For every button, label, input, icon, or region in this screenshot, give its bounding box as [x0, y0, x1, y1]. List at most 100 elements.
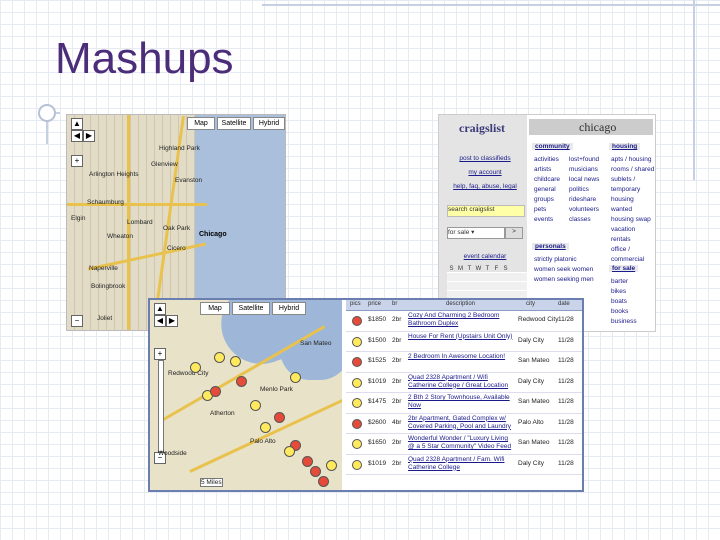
- listing-price: $1650: [368, 439, 387, 446]
- table-row[interactable]: $1500 2br House For Rent (Upstairs Unit On…: [346, 332, 582, 352]
- map-type-map-button[interactable]: Map: [187, 117, 215, 130]
- listing-description-link[interactable]: Cozy And Charming 2 Bedroom Bathroom Dup…: [408, 312, 514, 328]
- community-link[interactable]: groups: [534, 195, 560, 205]
- community-link[interactable]: musicians: [569, 165, 599, 175]
- listing-marker[interactable]: [230, 356, 241, 367]
- personals-link[interactable]: women seek women: [534, 265, 594, 275]
- housing-link[interactable]: rooms / shared: [611, 165, 655, 175]
- personals-link[interactable]: strictly platonic: [534, 255, 594, 265]
- listing-marker[interactable]: [284, 446, 295, 457]
- listing-description-link[interactable]: 2br Apartment, Gated Complex w/ Covered …: [408, 415, 514, 431]
- listing-marker[interactable]: [190, 362, 201, 373]
- column-header[interactable]: br: [392, 301, 397, 307]
- community-link[interactable]: local news: [569, 175, 599, 185]
- zoom-in-icon[interactable]: +: [154, 348, 166, 360]
- table-row[interactable]: $2600 4br 2br Apartment, Gated Complex w/ …: [346, 414, 582, 434]
- zoom-in-icon[interactable]: +: [71, 155, 83, 167]
- for-sale-link[interactable]: boats: [611, 297, 637, 307]
- listing-marker[interactable]: [236, 376, 247, 387]
- my-account-link[interactable]: my account: [447, 169, 523, 176]
- search-category-select[interactable]: for sale ▾: [447, 227, 505, 239]
- pan-up-icon[interactable]: ▲: [71, 118, 83, 130]
- listing-marker[interactable]: [210, 386, 221, 397]
- zoom-slider[interactable]: [158, 360, 164, 452]
- listing-marker[interactable]: [318, 476, 329, 487]
- place-label: Cicero: [167, 245, 186, 252]
- community-link[interactable]: general: [534, 185, 560, 195]
- pan-right-icon[interactable]: ▶: [166, 315, 178, 327]
- housing-header[interactable]: housing: [609, 143, 641, 150]
- pan-left-icon[interactable]: ◀: [154, 315, 166, 327]
- place-label: Wheaton: [107, 233, 134, 240]
- listing-description-link[interactable]: Quad 2328 Apartment / Wifi Catherine Col…: [408, 374, 514, 390]
- listing-marker[interactable]: [260, 422, 271, 433]
- for-sale-header[interactable]: for sale: [609, 265, 639, 272]
- listing-description-link[interactable]: Quad 2328 Apartment / Fam. Wifi Catherin…: [408, 456, 514, 472]
- listing-marker[interactable]: [310, 466, 321, 477]
- column-header[interactable]: date: [558, 301, 570, 307]
- column-header[interactable]: city: [526, 301, 535, 307]
- listing-description-link[interactable]: 2 Bth 2 Story Townhouse, Available Now: [408, 394, 514, 410]
- listing-price: $1019: [368, 377, 387, 385]
- map-type-satellite-button[interactable]: Satellite: [232, 302, 270, 315]
- community-link[interactable]: politics: [569, 185, 599, 195]
- listing-marker[interactable]: [302, 456, 313, 467]
- map-type-satellite-button[interactable]: Satellite: [217, 117, 251, 130]
- listing-marker[interactable]: [274, 412, 285, 423]
- map-type-hybrid-button[interactable]: Hybrid: [253, 117, 285, 130]
- bay-area-map[interactable]: Map Satellite Hybrid ▲ ◀ ▶ + − Menlo Par…: [150, 300, 342, 490]
- table-row[interactable]: $1650 2br Wonderful Wonder / "Luxury Livin…: [346, 434, 582, 455]
- personals-link[interactable]: women seeking men: [534, 275, 594, 285]
- craigslist-logo[interactable]: craigslist: [459, 121, 505, 136]
- community-header[interactable]: community: [532, 143, 573, 150]
- help-link[interactable]: help, faq, abuse, legal: [447, 183, 523, 190]
- table-row[interactable]: $1019 2br Quad 2328 Apartment / Wifi Cathe…: [346, 373, 582, 393]
- personals-header[interactable]: personals: [532, 243, 569, 250]
- column-header[interactable]: pics: [350, 301, 361, 307]
- community-link[interactable]: activities: [534, 155, 560, 165]
- table-row[interactable]: $1019 2br Quad 2328 Apartment / Fam. Wifi …: [346, 455, 582, 475]
- listing-description-link[interactable]: 2 Bedroom In Awesome Location!: [408, 353, 514, 361]
- table-row[interactable]: $1525 2br 2 Bedroom In Awesome Location! Sa…: [346, 352, 582, 373]
- for-sale-link[interactable]: business: [611, 317, 637, 327]
- listing-marker[interactable]: [214, 352, 225, 363]
- zoom-out-icon[interactable]: −: [71, 315, 83, 327]
- for-sale-link[interactable]: books: [611, 307, 637, 317]
- housing-link[interactable]: housing swap: [611, 215, 655, 225]
- map-type-map-button[interactable]: Map: [200, 302, 230, 315]
- listing-description-link[interactable]: Wonderful Wonder / "Luxury Living @ a 5 …: [408, 435, 514, 451]
- post-to-classifieds-link[interactable]: post to classifieds: [447, 155, 523, 162]
- listing-status-icon: [352, 439, 362, 449]
- listing-description-link[interactable]: House For Rent (Upstairs Unit Only): [408, 333, 514, 341]
- table-row[interactable]: $1475 2br 2 Bth 2 Story Townhouse, Availab…: [346, 393, 582, 414]
- community-link[interactable]: volunteers: [569, 205, 599, 215]
- listing-date: 11/28: [558, 336, 574, 344]
- listing-marker[interactable]: [290, 372, 301, 383]
- listing-marker[interactable]: [326, 460, 337, 471]
- search-field[interactable]: search craigslist: [447, 205, 525, 217]
- housing-link[interactable]: vacation rentals: [611, 225, 655, 245]
- listing-marker[interactable]: [250, 400, 261, 411]
- housing-link[interactable]: sublets / temporary: [611, 175, 655, 195]
- map-type-hybrid-button[interactable]: Hybrid: [272, 302, 306, 315]
- column-header[interactable]: description: [446, 301, 475, 307]
- housing-link[interactable]: housing wanted: [611, 195, 655, 215]
- community-link[interactable]: pets: [534, 205, 560, 215]
- community-link[interactable]: rideshare: [569, 195, 599, 205]
- pan-right-icon[interactable]: ▶: [83, 130, 95, 142]
- community-link[interactable]: classes: [569, 215, 599, 225]
- for-sale-link[interactable]: bikes: [611, 287, 637, 297]
- event-calendar-link[interactable]: event calendar: [447, 253, 523, 260]
- housing-link[interactable]: apts / housing: [611, 155, 655, 165]
- housing-link[interactable]: office / commercial: [611, 245, 655, 265]
- community-link[interactable]: lost+found: [569, 155, 599, 165]
- pan-up-icon[interactable]: ▲: [154, 303, 166, 315]
- community-link[interactable]: childcare: [534, 175, 560, 185]
- for-sale-link[interactable]: barter: [611, 277, 637, 287]
- community-link[interactable]: events: [534, 215, 560, 225]
- pan-left-icon[interactable]: ◀: [71, 130, 83, 142]
- table-row[interactable]: $1850 2br Cozy And Charming 2 Bedroom Bath…: [346, 311, 582, 332]
- column-header[interactable]: price: [368, 301, 381, 307]
- community-link[interactable]: artists: [534, 165, 560, 175]
- search-submit-button[interactable]: >: [505, 227, 523, 239]
